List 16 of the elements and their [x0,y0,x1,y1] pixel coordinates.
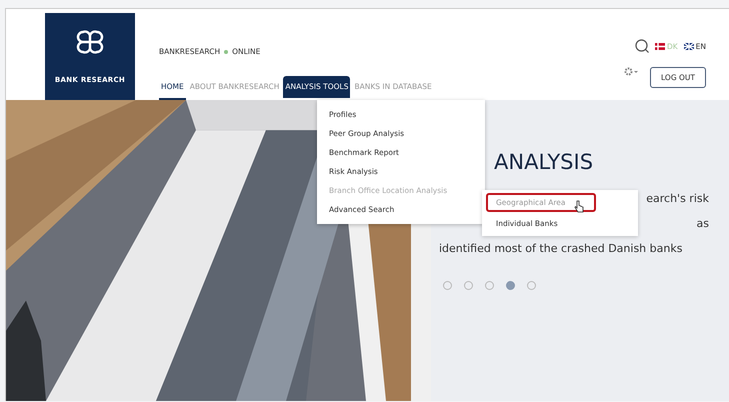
flag-icon [684,42,694,50]
hand-cursor-icon [574,200,584,213]
search-icon[interactable] [634,39,649,53]
carousel-dot[interactable] [443,281,452,290]
hero-text: identified most of the crashed Danish banks [439,242,682,255]
carousel-dot[interactable] [506,281,515,290]
status-dot [224,50,228,54]
hero-text: earch's risk [646,192,709,205]
gear-icon[interactable] [624,67,638,77]
carousel-dot[interactable] [485,281,494,290]
carousel-dot[interactable] [464,281,473,290]
hero-title: ANALYSIS [494,150,594,174]
flag-icon [654,42,665,50]
carousel-dot[interactable] [527,281,536,290]
logo-icon [75,30,105,54]
hero-text: as [696,217,709,230]
